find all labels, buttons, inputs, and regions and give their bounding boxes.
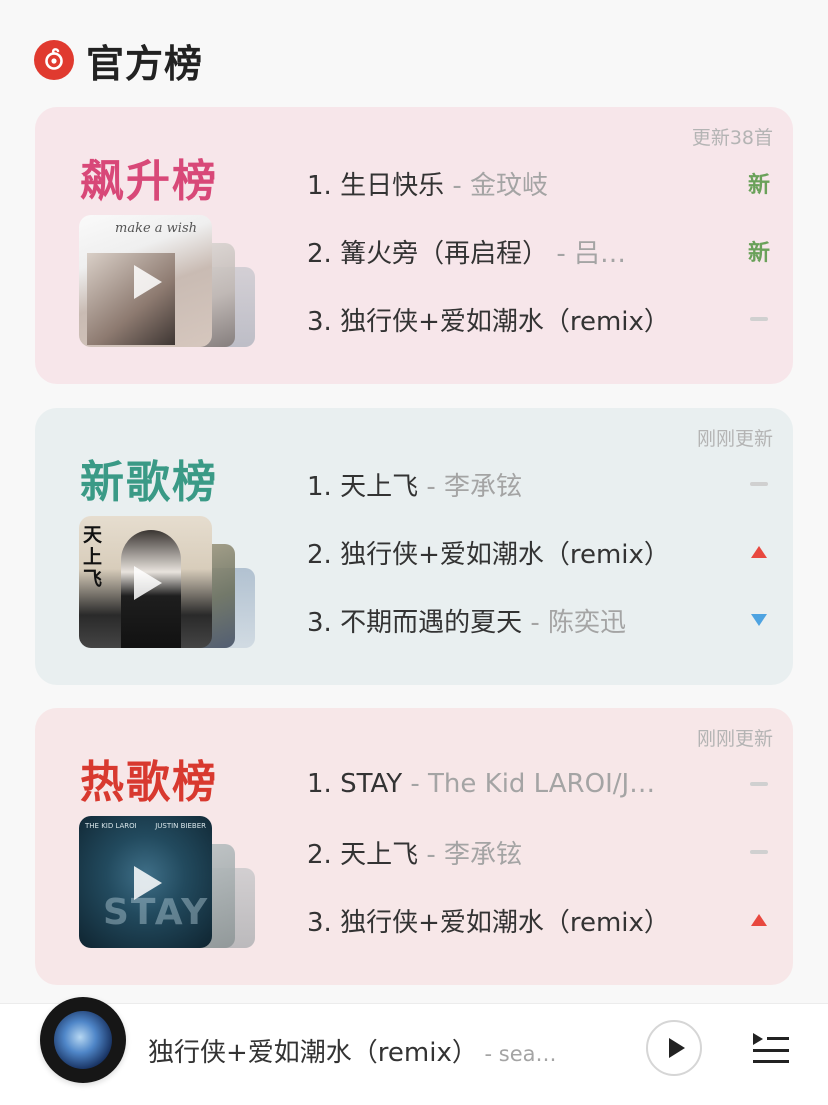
chart-card-new[interactable]: 刚刚更新 新歌榜 天上飞 1. 天上飞 - 李承铉 2. 独行侠+爱如潮水（re… (35, 408, 793, 685)
track-row[interactable]: 1. 天上飞 - 李承铉 (307, 450, 779, 518)
track-list: 1. 生日快乐 - 金玟岐 新 2. 篝火旁（再启程） - 吕… 新 3. 独行… (307, 149, 779, 353)
album-cover[interactable]: make a wish (79, 215, 212, 347)
rank-up-icon (751, 546, 767, 558)
track-row[interactable]: 2. 篝火旁（再启程） - 吕… 新 (307, 217, 779, 285)
track-rank: 3. (307, 907, 332, 938)
unchanged-icon (750, 482, 768, 486)
track-title: 不期而遇的夏天 (340, 607, 523, 638)
track-list: 1. STAY - The Kid LAROI/J… 2. 天上飞 - 李承铉 … (307, 750, 779, 954)
track-title: 篝火旁（再启程） (340, 238, 549, 269)
track-list: 1. 天上飞 - 李承铉 2. 独行侠+爱如潮水（remix） 3. 不期而遇的… (307, 450, 779, 654)
unchanged-icon (750, 782, 768, 786)
cover-stack[interactable]: 天上飞 (79, 516, 259, 651)
track-artist: - 吕… (548, 238, 627, 269)
track-rank: 2. (307, 839, 332, 870)
mini-player[interactable]: 独行侠+爱如潮水（remix） - sea… (0, 997, 828, 1105)
track-title: 生日快乐 (340, 170, 445, 201)
netease-music-icon (34, 40, 74, 80)
track-rank: 1. (307, 170, 332, 201)
now-playing-disc[interactable] (40, 997, 126, 1083)
album-cover[interactable]: THE KID LAROI JUSTIN BIEBER STAY (79, 816, 212, 948)
track-title: 天上飞 (340, 839, 419, 870)
track-rank: 2. (307, 539, 332, 570)
section-header: 官方榜 (34, 38, 203, 86)
track-title: 独行侠+爱如潮水（remix） (340, 306, 670, 337)
play-button[interactable] (646, 1020, 702, 1076)
chart-card-hot[interactable]: 刚刚更新 热歌榜 THE KID LAROI JUSTIN BIEBER STAY… (35, 708, 793, 985)
play-icon[interactable] (134, 265, 162, 299)
track-artist: - 李承铉 (418, 471, 523, 502)
playlist-icon (753, 1033, 789, 1063)
track-row[interactable]: 1. 生日快乐 - 金玟岐 新 (307, 149, 779, 217)
track-title: STAY (340, 769, 403, 799)
track-row[interactable]: 3. 不期而遇的夏天 - 陈奕迅 (307, 586, 779, 654)
track-row[interactable]: 3. 独行侠+爱如潮水（remix） (307, 886, 779, 954)
cover-header: THE KID LAROI JUSTIN BIEBER (85, 822, 206, 830)
chart-title: 飙升榜 (80, 156, 218, 207)
chart-card-soaring[interactable]: 更新38首 飙升榜 make a wish 1. 生日快乐 - 金玟岐 新 2.… (35, 107, 793, 384)
track-title: 独行侠+爱如潮水（remix） (340, 907, 670, 938)
new-badge: 新 (747, 173, 770, 198)
now-playing-artist: - sea… (477, 1042, 557, 1066)
cover-text: 天上飞 (83, 524, 103, 590)
track-artist: - 陈奕迅 (522, 607, 627, 638)
disc-artwork (54, 1011, 112, 1069)
unchanged-icon (750, 850, 768, 854)
new-badge: 新 (747, 241, 770, 266)
now-playing-info[interactable]: 独行侠+爱如潮水（remix） - sea… (148, 1032, 588, 1069)
chart-title: 热歌榜 (80, 757, 218, 808)
playlist-button[interactable] (751, 1030, 791, 1066)
track-artist: - 李承铉 (418, 839, 523, 870)
play-icon (668, 1038, 685, 1058)
track-rank: 3. (307, 306, 332, 337)
cover-stack[interactable]: THE KID LAROI JUSTIN BIEBER STAY (79, 816, 259, 951)
track-row[interactable]: 2. 天上飞 - 李承铉 (307, 818, 779, 886)
track-row[interactable]: 1. STAY - The Kid LAROI/J… (307, 750, 779, 818)
rank-up-icon (751, 914, 767, 926)
track-title: 天上飞 (340, 471, 419, 502)
page-title: 官方榜 (86, 41, 204, 86)
track-rank: 1. (307, 471, 332, 502)
play-icon[interactable] (134, 566, 162, 600)
track-title: 独行侠+爱如潮水（remix） (340, 539, 670, 570)
track-artist: - 金玟岐 (444, 170, 549, 201)
now-playing-title: 独行侠+爱如潮水（remix） (148, 1038, 478, 1068)
track-rank: 1. (307, 769, 332, 799)
chart-title: 新歌榜 (80, 457, 218, 508)
play-icon[interactable] (134, 866, 162, 900)
track-rank: 3. (307, 607, 332, 638)
update-info: 刚刚更新 (696, 728, 773, 750)
track-row[interactable]: 2. 独行侠+爱如潮水（remix） (307, 518, 779, 586)
rank-down-icon (751, 614, 767, 626)
cover-text: make a wish (115, 221, 197, 236)
update-info: 更新38首 (691, 127, 773, 149)
cover-stack[interactable]: make a wish (79, 215, 259, 350)
track-artist: - The Kid LAROI/J… (402, 769, 656, 799)
track-row[interactable]: 3. 独行侠+爱如潮水（remix） (307, 285, 779, 353)
update-info: 刚刚更新 (696, 428, 773, 450)
album-cover[interactable]: 天上飞 (79, 516, 212, 648)
unchanged-icon (750, 317, 768, 321)
track-rank: 2. (307, 238, 332, 269)
